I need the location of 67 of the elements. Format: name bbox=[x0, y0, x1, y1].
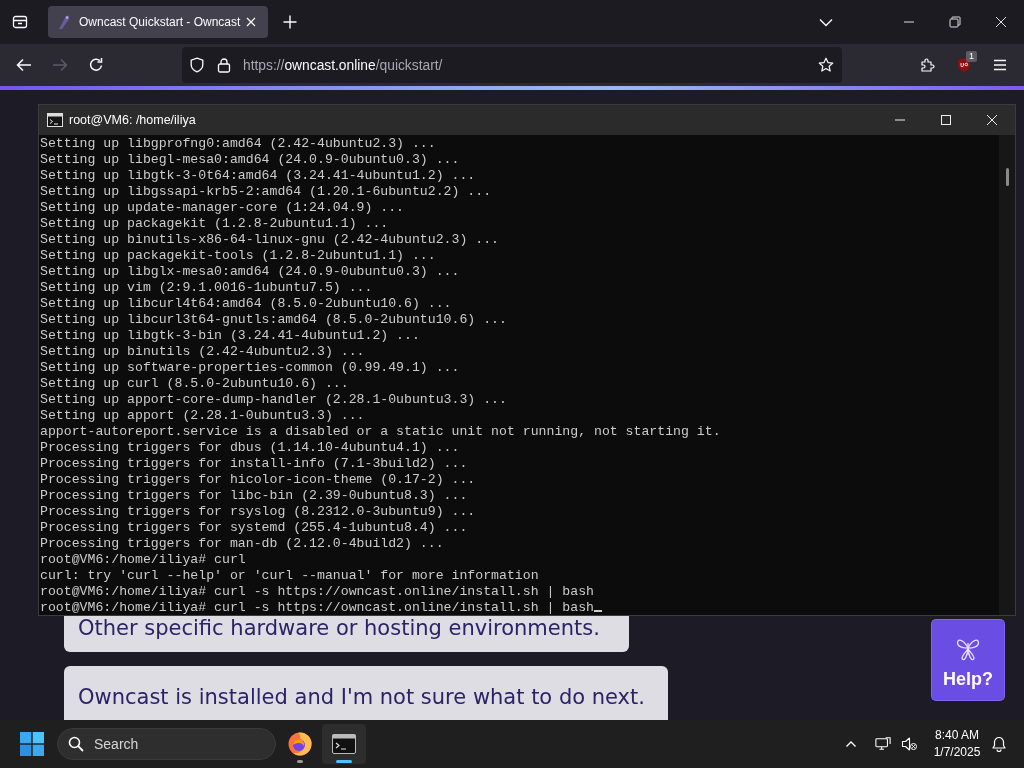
browser-icon bbox=[288, 732, 312, 756]
terminal-line: root@VM6:/home/iliya# curl -s https://owncast.online/install.sh | bash bbox=[40, 583, 594, 599]
terminal-line: Processing triggers for systemd (255.4-1ubuntu8.4) ... bbox=[40, 519, 468, 535]
volume-muted-icon bbox=[901, 736, 917, 752]
maximize-icon bbox=[940, 114, 952, 126]
windows-logo-icon bbox=[20, 732, 44, 756]
star-icon[interactable] bbox=[818, 57, 834, 73]
extension-shield-icon bbox=[956, 57, 972, 73]
arrow-left-icon bbox=[16, 57, 32, 73]
terminal-line: Setting up libgprofng0:amd64 (2.42-4ubuntu2.3) ... bbox=[40, 135, 436, 151]
close-icon bbox=[986, 114, 998, 126]
restore-icon bbox=[949, 16, 961, 28]
terminal-line: Setting up vim (2:9.1.0016-1ubuntu7.5) ... bbox=[40, 279, 373, 295]
scrollbar-thumb[interactable] bbox=[1006, 168, 1009, 186]
plus-icon bbox=[282, 14, 298, 30]
window-title: root@VM6: /home/iliya bbox=[69, 113, 196, 127]
terminal-line: Setting up packagekit-tools (1.2.8-2ubuntu1.1) ... bbox=[40, 247, 436, 263]
scrollbar-track[interactable] bbox=[999, 135, 1015, 615]
terminal-line: Processing triggers for rsyslog (8.2312.0-3ubuntu9) ... bbox=[40, 503, 476, 519]
terminal-line: Processing triggers for libc-bin (2.39-0ubuntu8.3) ... bbox=[40, 487, 468, 503]
terminal-line: Setting up packagekit (1.2.8-2ubuntu1.1) ... bbox=[40, 215, 389, 231]
terminal-line: Setting up libgtk-3-0t64:amd64 (3.24.41-4ubuntu1.2) ... bbox=[40, 167, 476, 183]
clock-date[interactable]: 1/7/2025 bbox=[933, 744, 981, 761]
terminal-line: Processing triggers for install-info (7.1-3build2) ... bbox=[40, 455, 468, 471]
terminal-line: Processing triggers for man-db (2.12.0-4build2) ... bbox=[40, 535, 444, 551]
menu-icon bbox=[992, 57, 1008, 73]
terminal-line: Setting up curl (8.5.0-2ubuntu10.6) ... bbox=[40, 375, 349, 391]
shield-icon[interactable] bbox=[189, 57, 205, 73]
box-icon bbox=[12, 14, 28, 30]
address-bar[interactable]: https://owncast.online/quickstart/ bbox=[182, 47, 842, 83]
close-icon bbox=[995, 16, 1007, 28]
help-button[interactable]: Help? bbox=[932, 620, 1004, 700]
terminal-line: root@VM6:/home/iliya# curl bbox=[40, 551, 246, 567]
search-icon bbox=[68, 736, 84, 752]
terminal-line: Setting up libegl-mesa0:amd64 (24.0.9-0ubuntu0.3) ... bbox=[40, 151, 460, 167]
reload-icon bbox=[88, 57, 104, 73]
terminal-line: Processing triggers for dbus (1.14.10-4ubuntu4.1) ... bbox=[40, 439, 460, 455]
browser-tab[interactable]: Owncast Quickstart - Owncast bbox=[48, 6, 268, 38]
console-icon bbox=[47, 113, 63, 127]
terminal-line: Setting up apport (2.28.1-0ubuntu3.3) ... bbox=[40, 407, 365, 423]
lock-icon[interactable] bbox=[216, 57, 232, 73]
blocker-extension-button[interactable]: 1 bbox=[948, 49, 980, 81]
search-field[interactable]: Search bbox=[57, 728, 276, 760]
monitor-network-icon bbox=[875, 736, 891, 752]
arrow-right-icon bbox=[52, 57, 68, 73]
answer-option[interactable]: Owncast is installed and I'm not sure what to do next. bbox=[64, 666, 668, 720]
extension-badge: 1 bbox=[966, 51, 977, 62]
terminal-line: Setting up libglx-mesa0:amd64 (24.0.9-0ubuntu0.3) ... bbox=[40, 263, 460, 279]
terminal-line: Setting up binutils-x86-64-linux-gnu (2.42-4ubuntu2.3) ... bbox=[40, 231, 499, 247]
terminal-line: curl: try 'curl --help' or 'curl --manual' for more information bbox=[40, 567, 539, 583]
terminal-icon bbox=[332, 732, 356, 756]
terminal-line: Setting up apport-core-dump-handler (2.28.1-0ubuntu3.3) ... bbox=[40, 391, 507, 407]
taskbar-app-button[interactable] bbox=[322, 724, 366, 764]
clock-time[interactable]: 8:40 AM bbox=[935, 727, 979, 744]
url-text[interactable]: https://owncast.online/quickstart/ bbox=[243, 57, 443, 73]
terminal-line: Setting up update-manager-core (1:24.04.9) ... bbox=[40, 199, 405, 215]
bell-icon bbox=[991, 736, 1007, 752]
terminal-line: Setting up libcurl3t64-gnutls:amd64 (8.5.0-2ubuntu10.6) ... bbox=[40, 311, 507, 327]
terminal-line: Setting up libcurl4t64:amd64 (8.5.0-2ubuntu10.6) ... bbox=[40, 295, 452, 311]
terminal-line: Setting up software-properties-common (0.99.49.1) ... bbox=[40, 359, 460, 375]
terminal-line: apport-autoreport.service is a disabled or a static unit not running, not starting it. bbox=[40, 423, 721, 439]
terminal-line: Setting up libgssapi-krb5-2:amd64 (1.20.1-6ubuntu2.2) ... bbox=[40, 183, 492, 199]
puzzle-icon bbox=[920, 57, 936, 73]
close-icon bbox=[245, 16, 257, 28]
terminal-line: Processing triggers for hicolor-icon-theme (0.17-2) ... bbox=[40, 471, 476, 487]
terminal-line: Setting up binutils (2.42-4ubuntu2.3) ... bbox=[40, 343, 365, 359]
terminal-line: Setting up libgtk-3-bin (3.24.41-4ubuntu1.2) ... bbox=[40, 327, 420, 343]
